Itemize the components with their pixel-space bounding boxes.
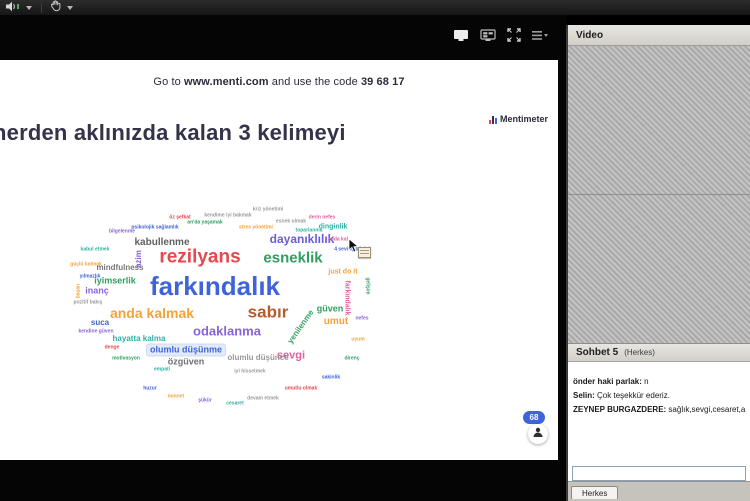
word-cloud-word: öz şefkat bbox=[169, 216, 190, 221]
chat-message: Selin: Çok teşekkür ederiz. bbox=[573, 389, 747, 403]
monitor-primary-icon[interactable] bbox=[453, 29, 469, 42]
word-cloud-word: anda kal bbox=[328, 238, 348, 243]
raise-hand-dropdown[interactable] bbox=[64, 5, 76, 11]
person-icon bbox=[532, 425, 544, 443]
word-cloud-word: stres yönetimi bbox=[239, 226, 273, 231]
word-cloud-word: olumlu düşünme bbox=[147, 345, 225, 356]
word-cloud-word: psikolojik sağlamlık bbox=[131, 226, 178, 231]
menu-icon[interactable] bbox=[532, 30, 548, 41]
word-cloud-word: kriz yönetimi bbox=[253, 208, 284, 213]
word-cloud-word: direnç bbox=[344, 357, 359, 362]
chat-message: önder haki parlak: n bbox=[573, 375, 747, 389]
word-cloud-word: esneklik bbox=[263, 251, 322, 266]
monitor-secondary-icon[interactable] bbox=[480, 29, 496, 42]
top-toolbar bbox=[0, 0, 750, 16]
word-cloud-word: yenilenme bbox=[286, 309, 315, 346]
word-cloud-word: huzur bbox=[143, 387, 157, 392]
word-cloud-word: başarı bbox=[77, 284, 82, 299]
word-cloud-word: empati bbox=[154, 368, 170, 373]
word-cloud: farkındalık rezilyans esneklik dayanıklılık… bbox=[0, 60, 558, 460]
chat-tab-everyone[interactable]: Herkes bbox=[571, 486, 618, 499]
word-cloud-word: odaklanma bbox=[193, 325, 261, 338]
word-cloud-word: kabullenme bbox=[134, 238, 189, 248]
word-cloud-word: just do it bbox=[328, 269, 357, 276]
word-cloud-word: anda kalmak bbox=[110, 306, 194, 320]
screen-share-area: Go to www.menti.com and use the code 39 … bbox=[0, 15, 566, 501]
word-cloud-word: güçlü kalmak bbox=[70, 263, 102, 268]
chat-input-row bbox=[568, 461, 750, 481]
word-cloud-word: farkındalık bbox=[150, 273, 280, 299]
word-cloud-word: pozitif bakış bbox=[74, 301, 103, 306]
word-cloud-word: cesaret bbox=[226, 402, 244, 407]
audio-dropdown[interactable] bbox=[23, 5, 35, 11]
word-cloud-word: devam etmek bbox=[247, 397, 279, 402]
word-cloud-word: kendime iyi bakmak bbox=[204, 214, 251, 219]
word-cloud-word: denge bbox=[105, 346, 120, 351]
word-cloud-word: kabul etmek bbox=[81, 248, 110, 253]
word-cloud-word: minnet bbox=[168, 395, 184, 400]
word-cloud-word: umutlu olmak bbox=[285, 387, 318, 392]
word-cloud-word: toparlanma bbox=[296, 229, 323, 234]
word-cloud-word: iyi hissetmek bbox=[234, 370, 265, 375]
chat-panel-header[interactable]: Sohbet 5 (Herkes) bbox=[568, 344, 750, 362]
word-cloud-word: azim bbox=[135, 250, 143, 268]
word-cloud-word: dayanıklılık bbox=[270, 233, 335, 245]
word-cloud-word: sabır bbox=[248, 304, 289, 321]
toolbar-divider bbox=[41, 3, 42, 13]
participant-count-badge: 68 bbox=[523, 411, 545, 424]
chat-messages: önder haki parlak: nSelin: Çok teşekkür … bbox=[568, 362, 750, 461]
chevron-down-icon bbox=[26, 6, 32, 10]
video-panel-title: Video bbox=[576, 30, 603, 41]
word-cloud-word: sevgi bbox=[277, 351, 305, 362]
chevron-down-icon bbox=[67, 6, 73, 10]
word-cloud-word: umut bbox=[324, 317, 348, 327]
chat-tab-bar: Herkes bbox=[568, 481, 750, 499]
word-cloud-word: şükür bbox=[198, 399, 212, 404]
word-cloud-word: kendine güven bbox=[78, 330, 113, 335]
fullscreen-icon[interactable] bbox=[507, 28, 521, 42]
chat-input[interactable] bbox=[572, 466, 746, 481]
word-cloud-word: sakinlik bbox=[322, 376, 340, 381]
word-cloud-word: güven bbox=[317, 305, 344, 314]
video-panel-header[interactable]: Video bbox=[568, 25, 750, 46]
share-window-controls bbox=[453, 28, 548, 42]
word-cloud-word: özgüven bbox=[168, 358, 205, 367]
word-cloud-word: nefes bbox=[355, 317, 368, 322]
word-cloud-word: derin nefes bbox=[309, 216, 336, 221]
right-panel: Video Sohbet 5 (Herkes) önder haki parla… bbox=[566, 25, 750, 501]
word-cloud-word: esnek olmak bbox=[276, 220, 306, 225]
word-cloud-word: gelişim bbox=[365, 277, 370, 294]
word-cloud-word: dinginlik bbox=[319, 224, 348, 231]
word-cloud-word: farkındalık bbox=[344, 280, 351, 315]
chat-message: ZEYNEP BURGAZDERE: sağlık,sevgi,cesaret,… bbox=[573, 403, 747, 417]
word-cloud-word: an'da yaşamak bbox=[187, 221, 222, 226]
word-cloud-word: uyum bbox=[351, 338, 364, 343]
word-cloud-word: motivasyon bbox=[112, 357, 140, 362]
participant-toggle-button[interactable] bbox=[528, 424, 548, 444]
chat-panel-title: Sohbet 5 bbox=[576, 347, 618, 358]
word-cloud-word: yılmazlık bbox=[80, 275, 101, 280]
word-cloud-word: inanç bbox=[85, 287, 109, 296]
word-cloud-word: hayatta kalma bbox=[113, 335, 166, 343]
cursor-attachment-icon bbox=[358, 247, 371, 258]
video-placeholder bbox=[568, 46, 750, 344]
word-cloud-word: suca bbox=[91, 319, 109, 327]
word-cloud-word: rezilyans bbox=[159, 248, 240, 267]
presentation-slide: Go to www.menti.com and use the code 39 … bbox=[0, 60, 558, 460]
chat-scope-label: (Herkes) bbox=[624, 348, 655, 357]
